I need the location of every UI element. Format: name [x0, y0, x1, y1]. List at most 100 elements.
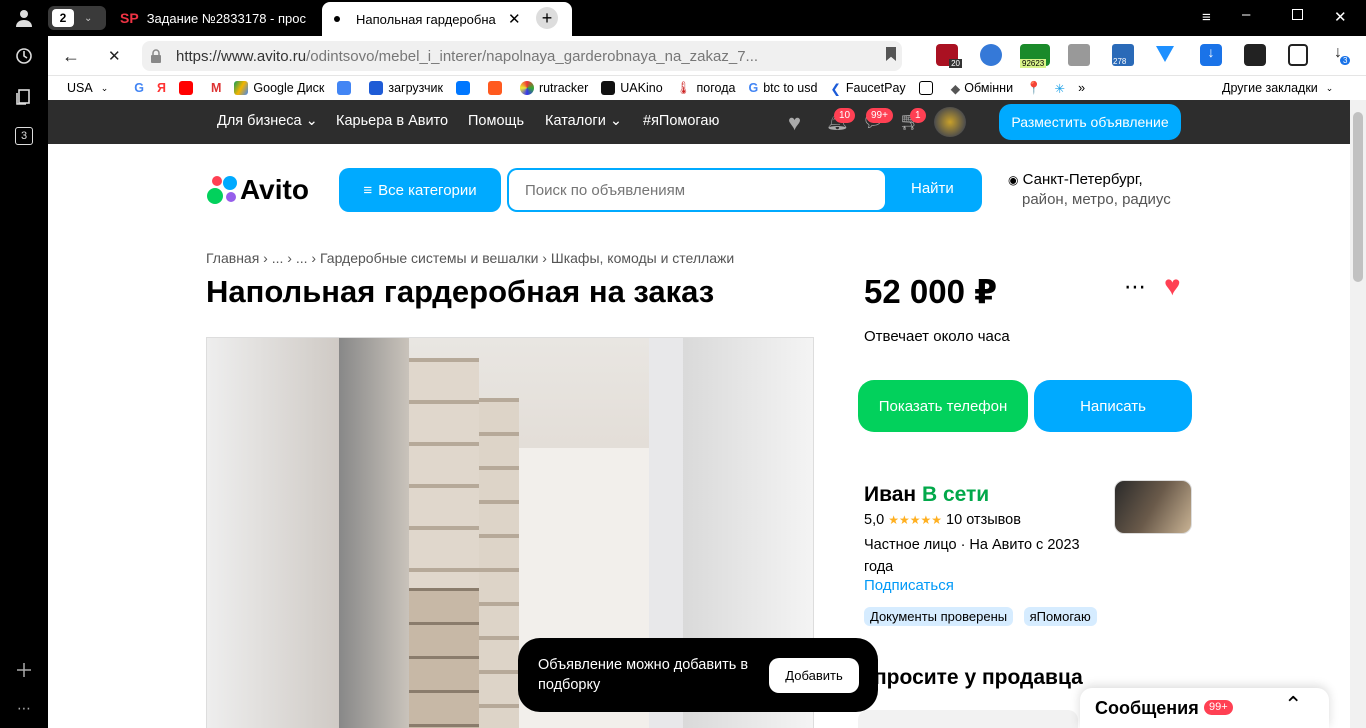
reviews-link[interactable]: 10 отзывов [946, 512, 1021, 528]
bookmark-usa[interactable]: USA ⌄ [67, 81, 108, 95]
bookmark-btc[interactable]: Gbtc to usd [748, 81, 817, 95]
downloads-icon[interactable]: ↓ 3 [1334, 44, 1351, 65]
tabs-count-icon[interactable]: 3 [0, 116, 48, 156]
seller-type-line: года [864, 559, 894, 575]
categories-label: Все категории [378, 181, 477, 199]
other-bookmarks[interactable]: Другие закладки ⌄ [1222, 81, 1333, 95]
bookmark-pogoda[interactable]: 🌡 погода [676, 81, 736, 96]
breadcrumb-ellipsis[interactable]: ... [272, 250, 284, 266]
page-content: Для бизнеса ⌄ Карьера в Авито Помощь Кат… [48, 100, 1350, 728]
tag-docs-verified[interactable]: Документы проверены [864, 607, 1014, 626]
bookmark-youtube[interactable] [178, 81, 198, 95]
write-message-button[interactable]: Написать [1034, 380, 1192, 432]
url-field[interactable]: https://www.avito.ru/odintsovo/mebel_i_i… [142, 41, 902, 71]
seller-name[interactable]: Иван [864, 483, 916, 506]
bookmark-uakino[interactable]: UAKino [601, 81, 663, 95]
ext-globe-icon[interactable] [980, 44, 1002, 66]
bookmark-maps[interactable]: 📍 [1026, 81, 1042, 96]
post-ad-button[interactable]: Разместить объявление [999, 104, 1181, 140]
bookmark-google[interactable]: G [134, 81, 144, 95]
nav-label: Для бизнеса [217, 113, 302, 129]
bookmark-star[interactable]: ✳ [1055, 81, 1065, 96]
scrollbar-thumb[interactable] [1353, 112, 1363, 282]
more-options-icon[interactable]: ⋯ [1124, 274, 1147, 300]
show-phone-button[interactable]: Показать телефон [858, 380, 1028, 432]
bookmark-bc[interactable] [918, 81, 938, 95]
nav-label: Каталоги [545, 113, 606, 129]
nav-business[interactable]: Для бизнеса ⌄ [217, 113, 318, 129]
stop-icon[interactable]: ✕ [108, 47, 121, 65]
menu-icon[interactable]: ≡ [1202, 9, 1211, 26]
ext-copy-icon[interactable] [1288, 44, 1308, 66]
subscribe-link[interactable]: Подписаться [864, 577, 954, 594]
ext-shield-icon[interactable]: 20 [936, 44, 962, 68]
nav-catalogs[interactable]: Каталоги ⌄ [545, 113, 622, 129]
nav-career[interactable]: Карьера в Авито [336, 113, 448, 129]
ext-calendar-icon[interactable]: 278 [1112, 44, 1134, 66]
ext-briefcase-icon[interactable] [1068, 44, 1090, 66]
bookmark-f[interactable] [487, 81, 507, 95]
chevron-up-icon[interactable]: ⌃ [1284, 692, 1302, 718]
rating-value: 5,0 [864, 512, 885, 528]
messages-widget[interactable]: Сообщения 99+ ⌃ [1080, 688, 1329, 728]
breadcrumb-ellipsis[interactable]: ... [296, 250, 308, 266]
nav-help[interactable]: Помощь [468, 113, 524, 129]
favorites-icon[interactable]: ♥ [788, 110, 801, 136]
bookmark-faucetpay[interactable]: ❮ FaucetPay [830, 81, 905, 96]
location-selector[interactable]: ◉ Санкт-Петербург, район, метро, радиус [1008, 170, 1171, 210]
tab-counter-button[interactable]: 2 ⌄ [48, 6, 106, 30]
bookmark-vk[interactable] [455, 81, 475, 95]
tab-active-avito[interactable]: Напольная гардеробна ✕ [322, 2, 572, 36]
close-tab-icon[interactable]: ✕ [508, 10, 521, 28]
add-panel-icon[interactable] [0, 650, 48, 690]
search-button[interactable]: Найти [911, 180, 954, 197]
logo-text: Avito [240, 174, 309, 205]
list-search-icon: ≡ [363, 181, 373, 199]
all-categories-button[interactable]: ≡ Все категории [339, 168, 501, 212]
google-icon: G [134, 81, 144, 95]
bookmark-yandex[interactable]: Я [157, 81, 166, 95]
seller-avatar[interactable] [1114, 480, 1192, 534]
ext-dark-icon[interactable] [1244, 44, 1266, 66]
lock-icon [151, 49, 161, 63]
nav-yapomogayu[interactable]: #яПомогаю [643, 113, 719, 129]
tag-yapomogayu[interactable]: яПомогаю [1023, 607, 1097, 626]
bookmark-rutracker[interactable]: rutracker [519, 81, 588, 95]
profile-icon[interactable] [0, 0, 48, 36]
bookmarks-more[interactable]: » [1078, 81, 1085, 95]
restore-icon[interactable] [1292, 9, 1303, 20]
minimize-icon[interactable]: – [1242, 6, 1250, 23]
ask-seller-suggestion[interactable] [858, 710, 1078, 728]
ext-diamond-icon[interactable] [1156, 46, 1174, 62]
back-icon[interactable]: ← [62, 46, 80, 67]
download-ext-icon[interactable]: ↓ [1200, 44, 1222, 66]
more-icon[interactable]: ⋯ [0, 688, 48, 728]
page-scrollbar[interactable] [1350, 100, 1366, 728]
bookmark-gmail[interactable]: M [211, 81, 221, 95]
breadcrumb-cabinets[interactable]: Шкафы, комоды и стеллажи [551, 250, 734, 266]
bookmark-label: Обмінни [964, 81, 1014, 95]
collections-icon[interactable] [0, 76, 48, 116]
close-window-icon[interactable]: ✕ [1334, 8, 1347, 26]
tab-zadanie[interactable]: SP Задание №2833178 - прос [120, 0, 318, 36]
seller-type: Частное лицо · На Авито с 2023 года [864, 534, 1104, 578]
bookmark-translate[interactable] [337, 81, 356, 95]
history-icon[interactable] [0, 36, 48, 76]
toast-add-button[interactable]: Добавить [769, 658, 859, 693]
ext-badge: 278 [1113, 57, 1127, 66]
ext-gauge-icon[interactable]: 92623 [1020, 44, 1050, 68]
search-input[interactable] [509, 170, 885, 210]
new-tab-button[interactable]: + [536, 7, 558, 29]
yandex-icon: Я [156, 81, 166, 95]
map-pin-icon: 📍 [1026, 80, 1042, 95]
bookmark-zagruzchik[interactable]: загрузчик [369, 81, 443, 95]
bookmark-label: FaucetPay [845, 81, 906, 95]
avito-logo[interactable]: Avito [206, 174, 309, 206]
avatar[interactable] [934, 107, 966, 137]
breadcrumb-home[interactable]: Главная [206, 250, 259, 266]
bookmark-google-drive[interactable]: Google Диск [234, 81, 324, 95]
bookmark-obmin[interactable]: ◆ Обмінни [951, 81, 1013, 96]
favorite-heart-icon[interactable]: ♥ [1164, 270, 1181, 302]
bookmarks-bar: USA ⌄ G Я M Google Диск загрузчик rutrack… [48, 76, 1366, 100]
breadcrumb-wardrobes[interactable]: Гардеробные системы и вешалки [320, 250, 538, 266]
